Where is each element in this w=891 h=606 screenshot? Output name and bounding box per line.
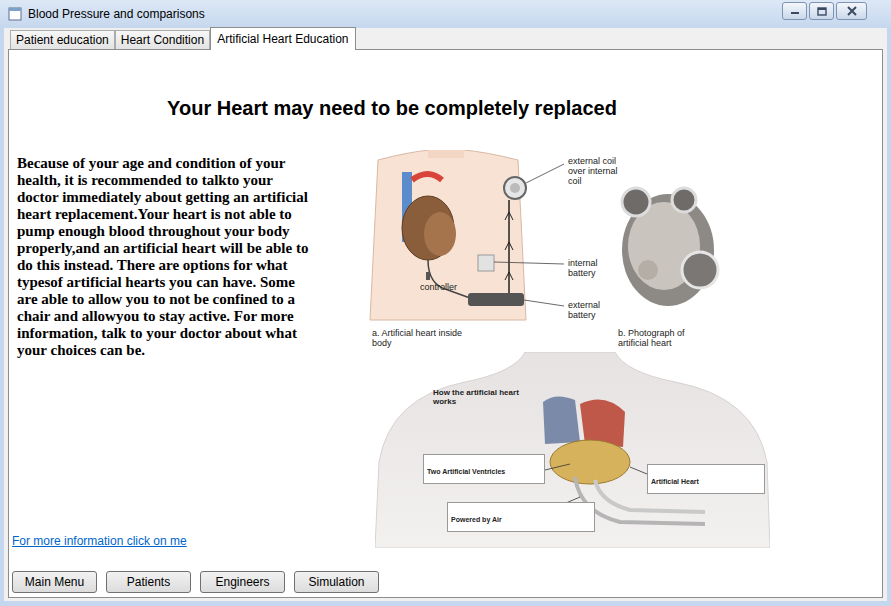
nav-button-label: Engineers <box>215 575 269 589</box>
nav-button-label: Main Menu <box>25 575 84 589</box>
title-bar: Blood Pressure and comparisons <box>0 0 891 28</box>
tab-panel: Your Heart may need to be completely rep… <box>8 49 883 598</box>
navigation-buttons: Main Menu Patients Engineers Simulation <box>12 571 882 593</box>
tab-strip: Patient education Heart Condition Artifici… <box>8 28 883 49</box>
figure-label-box: Two Artificial Ventricles <box>423 454 545 484</box>
content-row: Because of your age and condition of you… <box>9 150 882 548</box>
figure-label-box: Powered by Air <box>447 502 595 532</box>
maximize-button[interactable] <box>809 2 834 20</box>
nav-button[interactable]: Simulation <box>294 571 379 593</box>
figure-label: Two Artificial Ventricles <box>427 468 505 475</box>
tab[interactable]: Artificial Heart Education <box>210 27 355 50</box>
nav-button[interactable]: Main Menu <box>12 571 97 593</box>
figure-title: How the artificial heart works <box>433 388 523 406</box>
caption-a: a. Artificial heart inside body <box>372 328 472 348</box>
window-controls <box>782 2 867 20</box>
more-info-link[interactable]: For more information click on me <box>12 534 312 548</box>
figure-label-box: Artificial Heart <box>647 464 765 494</box>
tab-label: Artificial Heart Education <box>217 32 348 46</box>
figures-column: external coil over internal coil internal… <box>368 150 770 548</box>
caption-b: b. Photograph of artificial heart <box>618 328 710 348</box>
app-icon <box>8 7 22 21</box>
app-window: Blood Pressure and comparisons Patient ed… <box>0 0 891 606</box>
tab[interactable]: Heart Condition <box>115 30 210 49</box>
maximize-icon <box>817 7 827 16</box>
close-icon <box>847 6 857 16</box>
client-area: Patient education Heart Condition Artifici… <box>4 28 887 601</box>
controller-label: controller <box>420 282 457 292</box>
coil-label: external coil over internal coil <box>568 156 630 186</box>
artificial-heart-illustration <box>368 150 728 350</box>
page-heading: Your Heart may need to be completely rep… <box>9 96 775 120</box>
tab-label: Patient education <box>16 33 109 47</box>
artificial-heart-diagram: external coil over internal coil internal… <box>368 150 728 350</box>
figure-label: Artificial Heart <box>651 478 699 485</box>
external-battery-label: external battery <box>568 300 618 320</box>
nav-button[interactable]: Engineers <box>200 571 285 593</box>
tab[interactable]: Patient education <box>10 30 115 49</box>
info-paragraph: Because of your age and condition of you… <box>12 150 312 359</box>
heading-block: Your Heart may need to be completely rep… <box>9 50 775 120</box>
close-button[interactable] <box>836 2 867 20</box>
tab-label: Heart Condition <box>121 33 204 47</box>
minimize-button[interactable] <box>782 2 807 20</box>
nav-button-label: Simulation <box>308 575 364 589</box>
nav-button-label: Patients <box>127 575 170 589</box>
window-title: Blood Pressure and comparisons <box>28 6 205 22</box>
figure-label: Powered by Air <box>451 516 502 523</box>
internal-battery-label: internal battery <box>568 258 618 278</box>
left-column: Because of your age and condition of you… <box>12 150 312 548</box>
how-it-works-figure: How the artificial heart works Two Artifi… <box>375 352 770 548</box>
nav-button[interactable]: Patients <box>106 571 191 593</box>
minimize-icon <box>790 7 800 15</box>
